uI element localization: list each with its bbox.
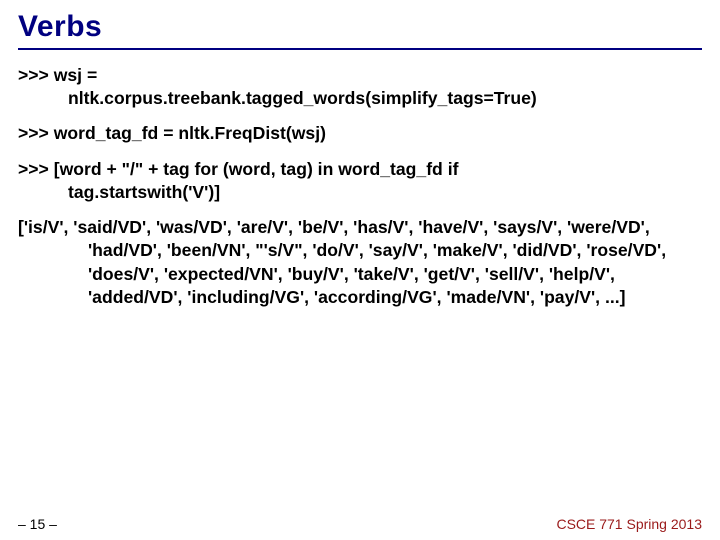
title-underline: [18, 48, 702, 50]
code-line-3a: >>> [word + "/" + tag for (word, tag) in…: [18, 158, 702, 181]
code-line-3b: tag.startswith('V')]: [18, 181, 702, 204]
slide-title: Verbs: [18, 10, 702, 44]
code-output: ['is/V', 'said/VD', 'was/VD', 'are/V', '…: [18, 216, 702, 309]
course-label: CSCE 771 Spring 2013: [556, 516, 702, 532]
slide-footer: – 15 – CSCE 771 Spring 2013: [0, 516, 720, 532]
code-content: >>> wsj = nltk.corpus.treebank.tagged_wo…: [18, 64, 702, 309]
code-line-1b: nltk.corpus.treebank.tagged_words(simpli…: [18, 87, 702, 110]
code-line-1a: >>> wsj =: [18, 64, 702, 87]
code-line-2: >>> word_tag_fd = nltk.FreqDist(wsj): [18, 122, 702, 145]
page-number: – 15 –: [18, 516, 57, 532]
